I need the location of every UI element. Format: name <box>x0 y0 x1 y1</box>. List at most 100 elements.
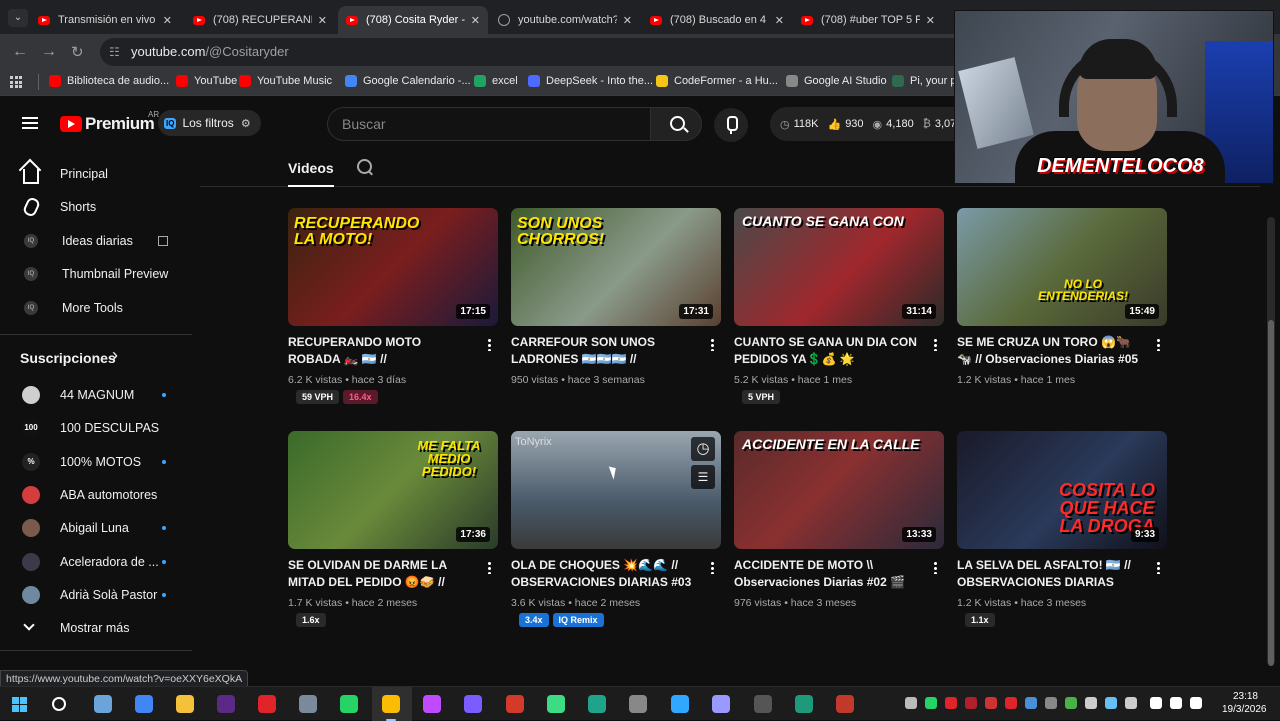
video-card[interactable]: SON UNOS CHORROS! 17:31 CARREFOUR SON UNOS… <box>511 208 721 386</box>
obs-icon[interactable] <box>754 695 772 713</box>
sidebar-item-ideas-diarias[interactable]: IQ Ideas diarias <box>0 224 192 258</box>
sidebar-item-shorts[interactable]: Shorts <box>0 190 192 224</box>
network-icon[interactable] <box>1150 697 1162 709</box>
premiere-rush-icon[interactable] <box>217 695 235 713</box>
calculator-icon[interactable] <box>299 695 317 713</box>
video-title[interactable]: RECUPERANDO MOTO ROBADA 🏍️ 🇦🇷 // Observa… <box>288 334 473 368</box>
chrome-active-icon[interactable] <box>382 695 400 721</box>
tray-cloud-icon[interactable] <box>1025 697 1037 709</box>
more-options-icon[interactable] <box>934 561 937 574</box>
terminal-icon[interactable] <box>588 695 606 713</box>
tray-red2-icon[interactable] <box>965 697 977 709</box>
whatsapp-tray-icon[interactable] <box>925 697 937 709</box>
bookmark-item[interactable]: Biblioteca de audio... <box>49 75 169 87</box>
voicemeeter-icon[interactable] <box>836 695 854 713</box>
more-options-icon[interactable] <box>711 338 714 351</box>
bookmark-item[interactable]: YouTube Music <box>239 75 332 87</box>
search-button[interactable] <box>650 107 702 141</box>
premiere-icon[interactable] <box>712 695 730 713</box>
video-title[interactable]: SE ME CRUZA UN TORO 😱🐂🐄 // Observaciones… <box>957 334 1142 368</box>
tray-icon[interactable] <box>1045 697 1057 709</box>
browser-tab[interactable]: Transmisión en vivo - ✕ <box>30 6 180 34</box>
subscription-item[interactable]: 44 MAGNUM <box>0 378 192 412</box>
close-icon[interactable]: ✕ <box>318 14 327 27</box>
more-options-icon[interactable] <box>934 338 937 351</box>
forward-icon[interactable]: → <box>41 43 57 61</box>
steam-icon[interactable] <box>1105 697 1117 709</box>
globe-icon[interactable] <box>795 695 813 713</box>
apps-grid-icon[interactable] <box>10 76 22 88</box>
channel-search-icon[interactable] <box>356 158 373 175</box>
more-options-icon[interactable] <box>488 338 491 351</box>
bookmark-item[interactable]: Google AI Studio <box>786 75 887 87</box>
video-title[interactable]: OLA DE CHOQUES 💥🌊🌊 // OBSERVACIONES DIAR… <box>511 557 696 591</box>
battery-icon[interactable] <box>1190 697 1202 709</box>
tab-videos[interactable]: Videos <box>288 160 334 187</box>
windows-start-icon[interactable] <box>12 697 27 712</box>
more-options-icon[interactable] <box>711 561 714 574</box>
video-title[interactable]: ACCIDENTE DE MOTO \\ Observaciones Diari… <box>734 557 919 591</box>
watch-later-icon[interactable]: ◷ <box>691 437 715 461</box>
game-icon[interactable] <box>506 695 524 713</box>
browser-tab[interactable]: youtube.com/watch? ✕ <box>490 6 640 34</box>
sidebar-item-more-tools[interactable]: IQ More Tools <box>0 291 192 325</box>
video-thumbnail[interactable]: CUANTO SE GANA CON 31:14 <box>734 208 944 326</box>
volume-icon[interactable] <box>1170 697 1182 709</box>
bookmark-item[interactable]: CodeFormer - a Hu... <box>656 75 778 87</box>
subscription-item[interactable]: Adrià Solà Pastor <box>0 578 192 612</box>
bookmark-item[interactable]: Google Calendario -... <box>345 75 471 87</box>
more-options-icon[interactable] <box>1157 561 1160 574</box>
bookmark-item[interactable]: Pi, your pe <box>892 75 963 87</box>
subscription-item[interactable]: Abigail Luna <box>0 511 192 545</box>
video-card[interactable]: ToNyrix ◷ ☰ OLA DE CHOQUES 💥🌊🌊 // OBSERVACI… <box>511 431 721 627</box>
video-thumbnail[interactable]: SON UNOS CHORROS! 17:31 <box>511 208 721 326</box>
browser-tab[interactable]: (708) Cosita Ryder - Y ✕ <box>338 6 488 34</box>
whatsapp-icon[interactable] <box>340 695 358 713</box>
photoshop-icon[interactable] <box>671 695 689 713</box>
close-icon[interactable]: ✕ <box>926 14 935 27</box>
video-thumbnail[interactable]: RECUPERANDO LA MOTO! 17:15 <box>288 208 498 326</box>
bookmark-item[interactable]: DeepSeek - Into the... <box>528 75 653 87</box>
browser-tab[interactable]: (708) Buscado en 4 p ✕ <box>642 6 792 34</box>
clipboard-icon[interactable] <box>629 695 647 713</box>
subscription-item[interactable]: % 100% MOTOS <box>0 445 192 479</box>
video-thumbnail[interactable]: NO LO ENTENDERIAS! 15:49 <box>957 208 1167 326</box>
subscription-item[interactable]: ABA automotores <box>0 478 192 512</box>
video-thumbnail[interactable]: COSITA LO QUE HACE LA DROGA 9:33 <box>957 431 1167 549</box>
back-icon[interactable]: ← <box>12 43 28 61</box>
paint-icon[interactable] <box>423 695 441 713</box>
close-icon[interactable]: ✕ <box>775 14 784 27</box>
video-card[interactable]: COSITA LO QUE HACE LA DROGA 9:33 LA SELVA … <box>957 431 1167 627</box>
notes-icon[interactable] <box>464 695 482 713</box>
sidebar-item-thumbnail-preview[interactable]: IQ Thumbnail Preview <box>0 257 192 291</box>
tray-app-icon[interactable] <box>905 697 917 709</box>
browser-tab[interactable]: (708) #uber TOP 5 Pa ✕ <box>793 6 943 34</box>
show-more-button[interactable]: Mostrar más <box>0 611 192 645</box>
video-thumbnail[interactable]: ToNyrix ◷ ☰ <box>511 431 721 549</box>
tray-opera-icon[interactable] <box>1005 697 1017 709</box>
scrollbar-thumb[interactable] <box>1268 320 1274 666</box>
chrome-icon[interactable] <box>135 695 153 713</box>
video-card[interactable]: ACCIDENTE EN LA CALLE 13:33 ACCIDENTE DE M… <box>734 431 944 609</box>
video-title[interactable]: SE OLVIDAN DE DARME LA MITAD DEL PEDIDO … <box>288 557 473 591</box>
reload-icon[interactable]: ↻ <box>71 43 84 61</box>
site-info-icon[interactable]: ☷ <box>109 38 120 66</box>
search-input[interactable]: Buscar <box>327 107 650 141</box>
filters-button[interactable]: IQ Los filtros ⚙ <box>158 110 261 136</box>
tab-search-button[interactable]: ⌄ <box>8 9 28 27</box>
video-title[interactable]: LA SELVA DEL ASFALTO! 🇦🇷 // OBSERVACIONE… <box>957 557 1142 591</box>
video-card[interactable]: CUANTO SE GANA CON 31:14 CUANTO SE GANA UN… <box>734 208 944 404</box>
tray-flag-icon[interactable] <box>985 697 997 709</box>
subscriptions-header[interactable]: Suscripciones <box>20 350 116 366</box>
taskbar-clock[interactable]: 23:18 19/3/2026 <box>1222 690 1267 716</box>
add-to-queue-icon[interactable]: ☰ <box>691 465 715 489</box>
subscription-item[interactable]: Aceleradora de ... <box>0 545 192 579</box>
close-icon[interactable]: ✕ <box>623 14 632 27</box>
video-card[interactable]: ME FALTA MEDIO PEDIDO! 17:36 SE OLVIDAN DE… <box>288 431 498 627</box>
sidebar-item-principal[interactable]: Principal <box>0 157 192 191</box>
video-card[interactable]: NO LO ENTENDERIAS! 15:49 SE ME CRUZA UN TO… <box>957 208 1167 386</box>
video-thumbnail[interactable]: ME FALTA MEDIO PEDIDO! 17:36 <box>288 431 498 549</box>
android-icon[interactable] <box>547 695 565 713</box>
video-title[interactable]: CUANTO SE GANA UN DIA CON PEDIDOS YA💲💰 🌟… <box>734 334 919 368</box>
close-icon[interactable]: ✕ <box>163 14 172 27</box>
